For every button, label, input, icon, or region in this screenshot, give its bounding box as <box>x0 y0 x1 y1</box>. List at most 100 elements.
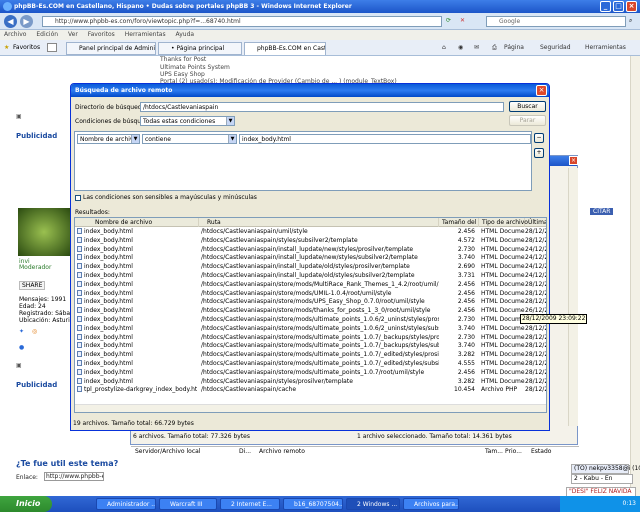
publicidad-heading: Publicidad <box>16 132 58 140</box>
quick-tabs-icon[interactable] <box>47 43 57 52</box>
queue-col: Estado <box>531 448 552 455</box>
menu-ayuda[interactable]: Ayuda <box>176 31 195 38</box>
menu-herramientas[interactable]: Herramientas <box>125 31 166 38</box>
cmd-seguridad[interactable]: Seguridad <box>540 44 571 51</box>
maximize-button[interactable]: □ <box>613 1 624 12</box>
table-cell: 3.740 <box>457 254 475 262</box>
table-cell: 28/12/20 <box>525 360 546 367</box>
mp-icon[interactable]: ● <box>19 344 24 351</box>
results-hscrollbar[interactable] <box>75 404 546 412</box>
table-row[interactable]: index_body.html/htdocs/Castlevaniaspain/… <box>75 245 546 255</box>
enlace-input[interactable]: http://www.phpbb-es... <box>44 472 104 481</box>
start-button[interactable]: Inicio <box>0 496 52 512</box>
task-warcraft[interactable]: Warcraft III <box>159 498 217 510</box>
table-row[interactable]: index_body.html/htdocs/Castlevaniaspain/… <box>75 377 546 387</box>
table-row[interactable]: index_body.html/htdocs/Castlevaniaspain/… <box>75 316 546 325</box>
col-tipo[interactable]: Tipo de archivo <box>479 218 528 227</box>
mail-icon[interactable]: ✉ <box>474 44 479 51</box>
table-cell: 2.456 <box>457 289 475 297</box>
table-cell: 3.282 <box>457 351 475 359</box>
stop-icon[interactable]: ✕ <box>460 17 465 24</box>
menu-ver[interactable]: Ver <box>68 31 78 38</box>
menu-favoritos[interactable]: Favoritos <box>88 31 115 38</box>
search-input[interactable]: Google <box>486 16 626 27</box>
table-row[interactable]: index_body.html/htdocs/Castlevaniaspain/… <box>75 342 546 351</box>
file-name: index_body.html <box>84 228 133 235</box>
table-row[interactable]: tpl_prostylize-darkgrey_index_body.html.… <box>75 386 546 395</box>
tab-pagina-principal[interactable]: • Página principal <box>158 42 242 55</box>
search-icon[interactable]: ⌕ <box>629 17 632 25</box>
cond-select[interactable]: Todas estas condiciones ▼ <box>140 116 235 126</box>
table-row[interactable]: index_body.html/htdocs/Castlevaniaspain/… <box>75 272 546 281</box>
favorites-star-icon[interactable]: ★ <box>4 44 9 51</box>
menu-archivo[interactable]: Archivo <box>4 31 26 38</box>
back-icon[interactable]: ◀ <box>4 15 17 28</box>
close-button[interactable]: × <box>626 1 637 12</box>
file-name: index_body.html <box>84 307 133 315</box>
table-row[interactable]: index_body.html/htdocs/Castlevaniaspain/… <box>75 280 546 290</box>
dialog-close-button[interactable]: × <box>536 85 547 96</box>
table-row[interactable]: index_body.html/htdocs/Castlevaniaspain/… <box>75 263 546 272</box>
table-row[interactable]: index_body.html/htdocs/Castlevaniaspain/… <box>75 360 546 369</box>
task-windows[interactable]: 2 Windows ... <box>346 498 400 510</box>
feeds-icon[interactable]: ◉ <box>458 44 463 51</box>
table-row[interactable]: index_body.html/htdocs/Castlevaniaspain/… <box>75 289 546 299</box>
col-tamano[interactable]: Tamaño del <box>439 218 479 227</box>
msn-icon[interactable]: ✦ <box>19 328 24 335</box>
table-cell: HTML Document <box>481 272 525 279</box>
user-stat: Mensajes: 1991 <box>19 296 67 303</box>
home-icon[interactable]: ⌂ <box>442 44 446 51</box>
add-condition-button[interactable]: + <box>534 148 544 158</box>
case-checkbox[interactable] <box>75 195 81 201</box>
task-internet-explorer[interactable]: 2 Internet E... <box>220 498 280 510</box>
search-button[interactable]: Buscar <box>509 101 546 112</box>
results-table: Nombre de archivo Ruta Tamaño del Tipo d… <box>74 217 547 413</box>
cmd-herramientas[interactable]: Herramientas <box>585 44 626 51</box>
table-cell: HTML Document <box>481 228 525 235</box>
page-scrollbar[interactable] <box>630 56 640 496</box>
address-bar-row: ◀ ▶ http://www.phpbb-es.com/foro/viewtop… <box>0 13 640 30</box>
table-row[interactable]: index_body.html/htdocs/Castlevaniaspain/… <box>75 228 546 237</box>
citar-button[interactable]: CITAR <box>590 208 614 215</box>
task-archivos[interactable]: Archivos para... <box>403 498 459 510</box>
table-row[interactable]: index_body.html/htdocs/Castlevaniaspain/… <box>75 307 546 316</box>
table-row[interactable]: index_body.html/htdocs/Castlevaniaspain/… <box>75 333 546 343</box>
file-icon <box>77 342 82 349</box>
table-cell: 2.456 <box>457 298 475 306</box>
print-icon[interactable]: ⎙ <box>492 44 497 52</box>
dir-input[interactable]: /htdocs/Castlevaniaspain <box>140 102 504 112</box>
task-administrador[interactable]: Administrador ... <box>96 498 156 510</box>
ftp-scrollbar[interactable] <box>568 168 578 426</box>
forward-icon[interactable]: ▶ <box>20 15 33 28</box>
table-row[interactable]: index_body.html/htdocs/Castlevaniaspain/… <box>75 236 546 246</box>
table-row[interactable]: index_body.html/htdocs/Castlevaniaspain/… <box>75 298 546 307</box>
stop-button[interactable]: Parar <box>509 115 546 126</box>
ftp-close-icon[interactable]: × <box>569 156 578 165</box>
task-b16[interactable]: b16_68707504... <box>283 498 343 510</box>
tab-panel-admin[interactable]: Panel principal de Administra... <box>66 42 156 55</box>
table-row[interactable]: index_body.html/htdocs/Castlevaniaspain/… <box>75 351 546 360</box>
col-ultima[interactable]: Última mo <box>525 218 546 227</box>
notification[interactable]: (TO) nekpv3358@i (10) <box>571 464 640 474</box>
notification[interactable]: 2 - Kabu - En <box>571 474 633 484</box>
tab-phpbb-es[interactable]: phpBB-Es.COM en Castell... <box>244 42 326 55</box>
criteria-op-select[interactable]: contiene ▼ <box>142 134 237 144</box>
minimize-button[interactable]: _ <box>600 1 611 12</box>
table-cell: index_body.html <box>77 307 197 316</box>
file-name: index_body.html <box>84 351 133 359</box>
criteria-value-input[interactable]: index_body.html <box>239 134 531 144</box>
address-input[interactable]: http://www.phpbb-es.com/foro/viewtopic.p… <box>42 16 442 27</box>
favorites-label[interactable]: Favoritos <box>13 44 40 51</box>
criteria-field-select[interactable]: Nombre de archivo ▼ <box>77 134 140 144</box>
cmd-pagina[interactable]: Página <box>504 44 524 51</box>
remove-condition-button[interactable]: − <box>534 133 544 143</box>
table-row[interactable]: index_body.html/htdocs/Castlevaniaspain/… <box>75 254 546 263</box>
col-nombre[interactable]: Nombre de archivo <box>75 218 199 227</box>
refresh-icon[interactable]: ⟳ <box>446 17 451 24</box>
table-row[interactable]: index_body.html/htdocs/Castlevaniaspain/… <box>75 324 546 334</box>
col-ruta[interactable]: Ruta <box>199 218 439 227</box>
web-icon[interactable]: ◎ <box>32 328 37 335</box>
menu-edicion[interactable]: Edición <box>36 31 58 38</box>
table-row[interactable]: index_body.html/htdocs/Castlevaniaspain/… <box>75 368 546 378</box>
share-button[interactable]: SHARE <box>19 281 46 290</box>
